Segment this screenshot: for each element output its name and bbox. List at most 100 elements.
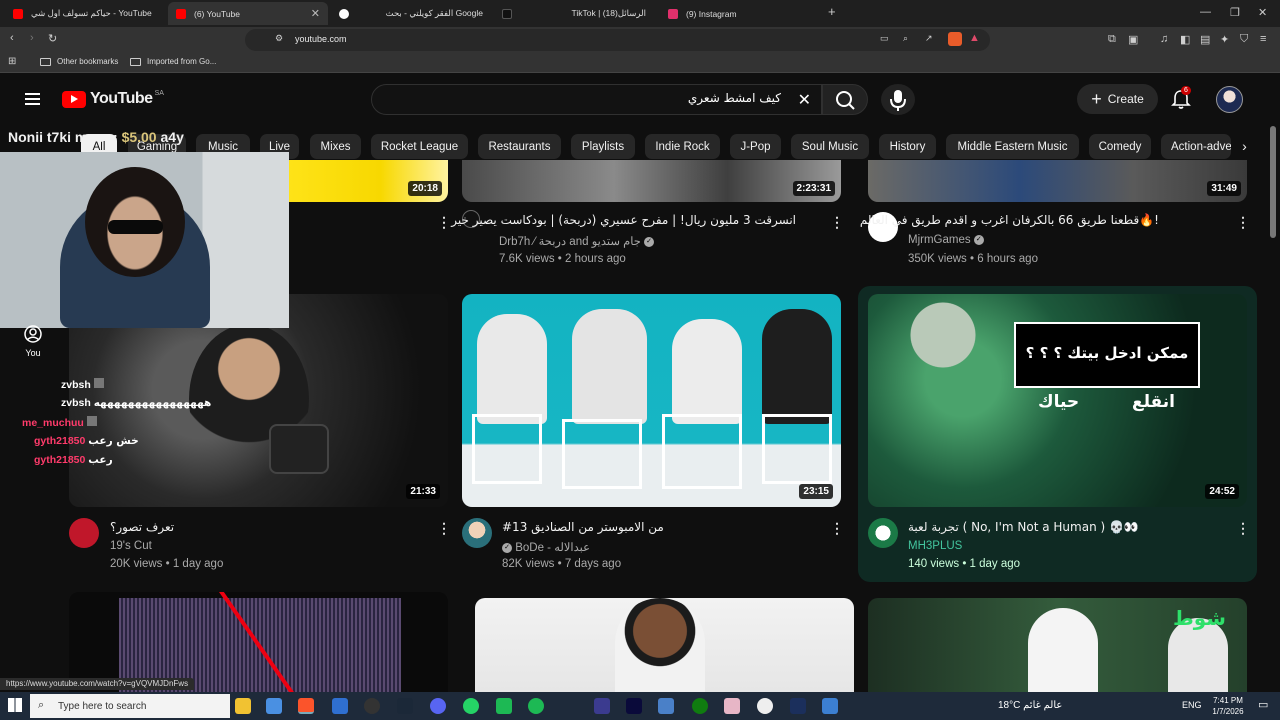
chip-mixes[interactable]: Mixes	[310, 134, 361, 159]
channel-avatar[interactable]	[868, 518, 898, 548]
minimize-icon[interactable]: —	[1200, 6, 1211, 18]
video-thumbnail[interactable]: 23:15	[462, 294, 841, 507]
close-window-icon[interactable]: ✕	[1258, 6, 1267, 19]
chip-comedy[interactable]: Comedy	[1089, 134, 1151, 159]
video-thumbnail[interactable]	[69, 592, 448, 692]
wallet-icon[interactable]: ▣	[1128, 33, 1138, 46]
hamburger-menu-icon[interactable]	[25, 93, 40, 105]
app-icon[interactable]	[594, 698, 610, 714]
more-options-icon[interactable]: ⋮	[1236, 214, 1250, 231]
sidebar-item-you[interactable]: You	[18, 324, 48, 358]
channel-name[interactable]: MjrmGames ✓	[908, 234, 984, 246]
video-title[interactable]: انسرقت 3 مليون ريال! | مفرح عسيري (دربحة…	[451, 213, 796, 227]
brave-shield-icon[interactable]	[948, 32, 962, 46]
chip-history[interactable]: History	[879, 134, 936, 159]
chip-playlists[interactable]: Playlists	[571, 134, 635, 159]
discord-icon[interactable]	[430, 698, 446, 714]
channel-name[interactable]: 19's Cut	[110, 540, 152, 552]
page-scrollbar[interactable]	[1270, 126, 1276, 238]
back-icon[interactable]: ‹	[10, 32, 14, 44]
chip-action-adventure[interactable]: Action-adve	[1161, 134, 1231, 159]
app-icon[interactable]	[658, 698, 674, 714]
weather-widget[interactable]: 18°C عالم غائم	[998, 700, 1062, 711]
app-icon[interactable]	[496, 698, 512, 714]
clock[interactable]: 7:41 PM 1/7/2026	[1205, 695, 1251, 717]
store-icon[interactable]	[266, 698, 282, 714]
chip-scroll-right-icon[interactable]: ›	[1232, 134, 1257, 159]
video-thumbnail[interactable]: 31:49	[868, 160, 1247, 202]
language-indicator[interactable]: ENG	[1182, 700, 1202, 710]
channel-name[interactable]: Drb7h ⁄ دربحة and جام ستديو ✓	[499, 234, 655, 248]
zoom-icon[interactable]: ⌕	[903, 33, 908, 44]
account-avatar[interactable]	[1216, 86, 1243, 113]
spotify-icon[interactable]	[528, 698, 544, 714]
ai-icon[interactable]: ✦	[1220, 33, 1229, 46]
xbox-icon[interactable]	[692, 698, 708, 714]
channel-name[interactable]: ✓ BoDe - عبدالاله	[502, 540, 590, 554]
more-options-icon[interactable]: ⋮	[1236, 520, 1250, 537]
chip-j-pop[interactable]: J-Pop	[730, 134, 781, 159]
browser-tab[interactable]: (9) Instagram	[660, 2, 820, 25]
address-bar[interactable]: ⚙ youtube.com ▭ ⌕ ↗ ▲	[245, 29, 990, 51]
chip-middle-eastern-music[interactable]: Middle Eastern Music	[946, 134, 1079, 159]
menu-icon[interactable]: ≡	[1260, 33, 1266, 45]
mail-icon[interactable]	[332, 698, 348, 714]
chip-soul-music[interactable]: Soul Music	[791, 134, 869, 159]
bookmark-folder[interactable]: Other bookmarks	[40, 57, 118, 66]
close-tab-icon[interactable]: ✕	[311, 7, 320, 20]
reader-mode-icon[interactable]: ▭	[880, 33, 889, 44]
video-title[interactable]: تعرف تصور؟	[110, 520, 174, 534]
more-options-icon[interactable]: ⋮	[437, 520, 451, 537]
channel-avatar[interactable]	[69, 518, 99, 548]
browser-tab-active[interactable]: (6) YouTube ✕	[168, 2, 328, 25]
bookmark-folder[interactable]: Imported from Go...	[130, 57, 216, 66]
youtube-logo[interactable]: YouTube SA	[62, 90, 164, 108]
media-icon[interactable]: ♫	[1160, 33, 1168, 45]
more-options-icon[interactable]: ⋮	[830, 214, 844, 231]
app-icon[interactable]	[724, 698, 740, 714]
app-icon[interactable]	[757, 698, 773, 714]
file-explorer-icon[interactable]	[235, 698, 251, 714]
search-box[interactable]: ✕	[371, 84, 822, 115]
terminal-icon[interactable]	[626, 698, 642, 714]
brave-browser-icon[interactable]	[298, 698, 314, 714]
taskbar-search[interactable]: ⌕ Type here to search	[30, 694, 230, 718]
video-title[interactable]: #13 من الامبوستر من الصناديق	[502, 520, 664, 534]
wallet2-icon[interactable]: ▤	[1200, 33, 1210, 46]
chip-rocket-league[interactable]: Rocket League	[371, 134, 468, 159]
browser-tab[interactable]: حياكم تسولف اول شي - YouTube	[5, 2, 165, 25]
whatsapp-icon[interactable]	[463, 698, 479, 714]
vpn-icon[interactable]: ⛉	[1240, 33, 1248, 46]
obs-icon[interactable]	[364, 698, 380, 714]
photos-icon[interactable]	[822, 698, 838, 714]
voice-search-button[interactable]	[881, 84, 915, 115]
restore-icon[interactable]: ❐	[1230, 6, 1240, 19]
create-button[interactable]: + Create	[1077, 84, 1158, 114]
video-title[interactable]: تجربة لعبة ( No, I'm Not a Human ) 💀👀	[908, 520, 1139, 534]
site-info-icon[interactable]: ⚙	[275, 33, 283, 44]
browser-tab[interactable]: TikTok | الرسائل(18)	[494, 2, 654, 25]
video-thumbnail[interactable]: 20:18	[280, 160, 448, 202]
apps-grid-icon[interactable]: ⊞	[8, 56, 16, 67]
video-thumbnail[interactable]: شوط	[868, 598, 1247, 692]
reload-icon[interactable]: ↻	[48, 32, 57, 45]
video-thumbnail[interactable]: 2:23:31	[462, 160, 841, 202]
video-thumbnail[interactable]	[475, 598, 854, 692]
share-icon[interactable]: ↗	[925, 33, 933, 44]
search-button[interactable]	[822, 84, 868, 115]
chip-restaurants[interactable]: Restaurants	[478, 134, 561, 159]
steam-icon[interactable]	[397, 698, 413, 714]
chip-indie-rock[interactable]: Indie Rock	[645, 134, 720, 159]
fresco-icon[interactable]	[790, 698, 806, 714]
sidebar-icon[interactable]: ◧	[1180, 33, 1190, 46]
channel-avatar[interactable]	[462, 518, 492, 548]
extensions-icon[interactable]: ⧉	[1108, 33, 1116, 46]
search-input[interactable]	[401, 91, 781, 105]
browser-tab[interactable]: الفقر كويلتي - بحث Google	[331, 2, 491, 25]
video-title[interactable]: قطعنا طريق 66 بالكرفان اغرب و اقدم طريق …	[860, 213, 1159, 227]
notifications-icon[interactable]: ▭	[1258, 698, 1268, 711]
more-options-icon[interactable]: ⋮	[437, 214, 451, 231]
more-options-icon[interactable]: ⋮	[830, 520, 844, 537]
new-tab-button[interactable]: +	[828, 4, 836, 19]
windows-start-icon[interactable]	[8, 698, 22, 712]
